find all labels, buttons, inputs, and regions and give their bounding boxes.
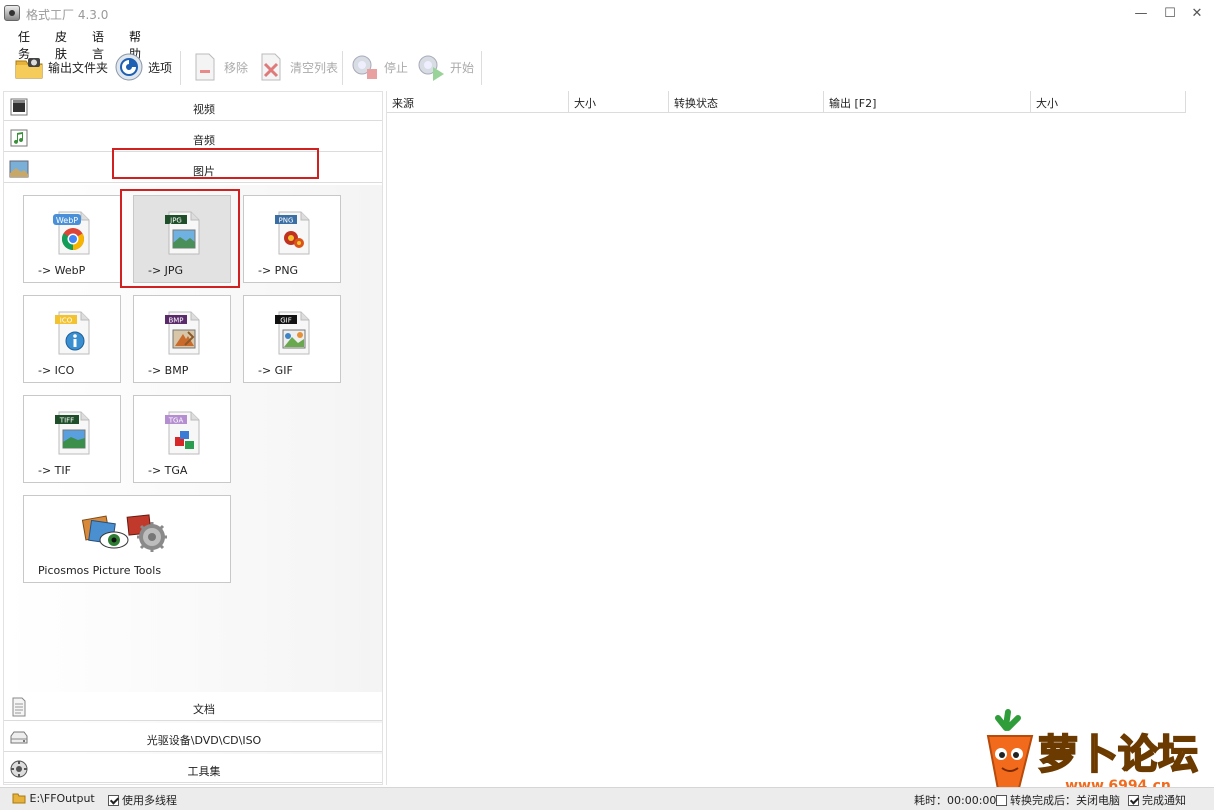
category-video[interactable]: 视频 [4, 92, 382, 121]
remove-icon [190, 52, 220, 82]
notify-option[interactable]: 完成通知 [1128, 792, 1186, 808]
options-icon [114, 52, 144, 82]
options-button[interactable]: 选项 [114, 50, 172, 84]
tile-png[interactable]: PNG -> PNG [243, 195, 341, 283]
bmp-badge-text: BMP [168, 317, 183, 325]
start-button[interactable]: 开始 [416, 50, 474, 84]
folder-icon [12, 793, 26, 804]
start-icon [416, 52, 446, 82]
category-rom-label: 光驱设备\DVD\CD\ISO [146, 734, 262, 747]
tile-png-label: -> PNG [258, 264, 299, 277]
tile-webp[interactable]: WebP -> WebP [23, 195, 121, 283]
multithread-label: 使用多线程 [122, 794, 177, 807]
elapsed-time: 耗时：00:00:00 [914, 794, 997, 807]
clear-list-icon [256, 52, 286, 82]
category-document-label: 文档 [193, 703, 215, 716]
toolbar-separator [481, 51, 482, 85]
category-image-label: 图片 [193, 165, 215, 178]
tile-tga[interactable]: TGA -> TGA [133, 395, 231, 483]
stop-button[interactable]: 停止 [350, 50, 408, 84]
column-size[interactable]: 大小 [569, 91, 669, 113]
output-folder-button[interactable]: 输出文件夹 [14, 50, 108, 84]
output-folder-status[interactable]: E:\FFOutput [12, 791, 95, 805]
category-rom-device[interactable]: 光驱设备\DVD\CD\ISO [4, 723, 382, 752]
stop-icon [350, 52, 380, 82]
folder-icon [14, 52, 44, 82]
png-file-icon: PNG [271, 210, 315, 256]
start-label: 开始 [450, 60, 475, 75]
category-tools[interactable]: 工具集 [4, 754, 382, 783]
options-label: 选项 [148, 60, 173, 75]
tile-gif[interactable]: GIF -> GIF [243, 295, 341, 383]
picosmos-icon [80, 510, 176, 556]
column-output-size[interactable]: 大小 [1031, 91, 1186, 113]
tif-file-icon: TIFF [51, 410, 95, 456]
close-button[interactable]: ✕ [1186, 4, 1208, 24]
category-tools-label: 工具集 [187, 765, 221, 778]
jpg-file-icon: JPG [161, 210, 205, 256]
gif-file-icon: GIF [271, 310, 315, 356]
output-folder-label: 输出文件夹 [48, 60, 109, 75]
category-image[interactable]: 图片 [4, 154, 382, 183]
title-bar: 格式工厂 4.3.0 — ☐ ✕ [0, 0, 1214, 28]
tile-jpg-label: -> JPG [148, 264, 184, 277]
bmp-file-icon: BMP [161, 310, 205, 356]
maximize-button[interactable]: ☐ [1159, 4, 1181, 24]
stop-label: 停止 [384, 60, 409, 75]
tile-bmp-label: -> BMP [148, 364, 189, 377]
app-icon [4, 5, 20, 21]
clear-list-label: 清空列表 [290, 60, 339, 75]
tile-ico-label: -> ICO [38, 364, 75, 377]
tga-badge-text: TGA [168, 417, 184, 425]
column-output[interactable]: 输出 [F2] [824, 91, 1031, 113]
remove-label: 移除 [224, 60, 249, 75]
notify-checkbox[interactable] [1128, 795, 1139, 806]
gif-badge-text: GIF [280, 317, 292, 325]
category-audio-label: 音频 [193, 134, 215, 147]
minimize-button[interactable]: — [1130, 4, 1152, 24]
after-convert-checkbox[interactable] [996, 795, 1007, 806]
tif-badge-text: TIFF [59, 417, 74, 425]
multithread-option[interactable]: 使用多线程 [108, 792, 177, 808]
toolbar-separator [342, 51, 343, 85]
after-convert-option[interactable]: 转换完成后：关闭电脑 [996, 792, 1120, 808]
toolbar: 输出文件夹 选项 移除 清空列表 停止 开始 [0, 48, 1214, 88]
ico-badge-text: ICO [60, 317, 73, 325]
toolbar-separator [180, 51, 181, 85]
tile-picosmos-label: Picosmos Picture Tools [38, 564, 162, 577]
tga-file-icon: TGA [161, 410, 205, 456]
category-panel: 视频 音频 图片 WebP -> WebP JPG -> JPG PNG -> … [3, 91, 383, 785]
tile-tga-label: -> TGA [148, 464, 188, 477]
output-path-text: E:\FFOutput [29, 792, 95, 805]
clear-list-button[interactable]: 清空列表 [256, 50, 338, 84]
tile-jpg[interactable]: JPG -> JPG [133, 195, 231, 283]
column-source[interactable]: 来源 [387, 91, 569, 113]
column-status[interactable]: 转换状态 [669, 91, 824, 113]
tile-ico[interactable]: ICO -> ICO [23, 295, 121, 383]
tile-bmp[interactable]: BMP -> BMP [133, 295, 231, 383]
tile-picosmos[interactable]: Picosmos Picture Tools [23, 495, 231, 583]
jpg-badge-text: JPG [169, 217, 182, 225]
svg-text:萝卜论坛: 萝卜论坛 [1038, 732, 1198, 778]
window-title: 格式工厂 4.3.0 [26, 8, 109, 22]
remove-button[interactable]: 移除 [190, 50, 248, 84]
category-document[interactable]: 文档 [4, 692, 382, 721]
status-bar: E:\FFOutput 使用多线程 耗时：00:00:00 转换完成后：关闭电脑… [0, 787, 1214, 810]
category-audio[interactable]: 音频 [4, 123, 382, 152]
webp-file-icon: WebP [51, 210, 95, 256]
multithread-checkbox[interactable] [108, 795, 119, 806]
png-badge-text: PNG [279, 217, 294, 225]
after-convert-label: 转换完成后：关闭电脑 [1010, 794, 1120, 807]
tile-webp-label: -> WebP [38, 264, 86, 277]
category-video-label: 视频 [193, 103, 215, 116]
webp-badge-text: WebP [56, 216, 78, 225]
notify-label: 完成通知 [1142, 794, 1186, 807]
task-list: 来源 大小 转换状态 输出 [F2] 大小 [386, 91, 1214, 785]
tile-tif[interactable]: TIFF -> TIF [23, 395, 121, 483]
ico-file-icon: ICO [51, 310, 95, 356]
tile-gif-label: -> GIF [258, 364, 293, 377]
tile-tif-label: -> TIF [38, 464, 71, 477]
